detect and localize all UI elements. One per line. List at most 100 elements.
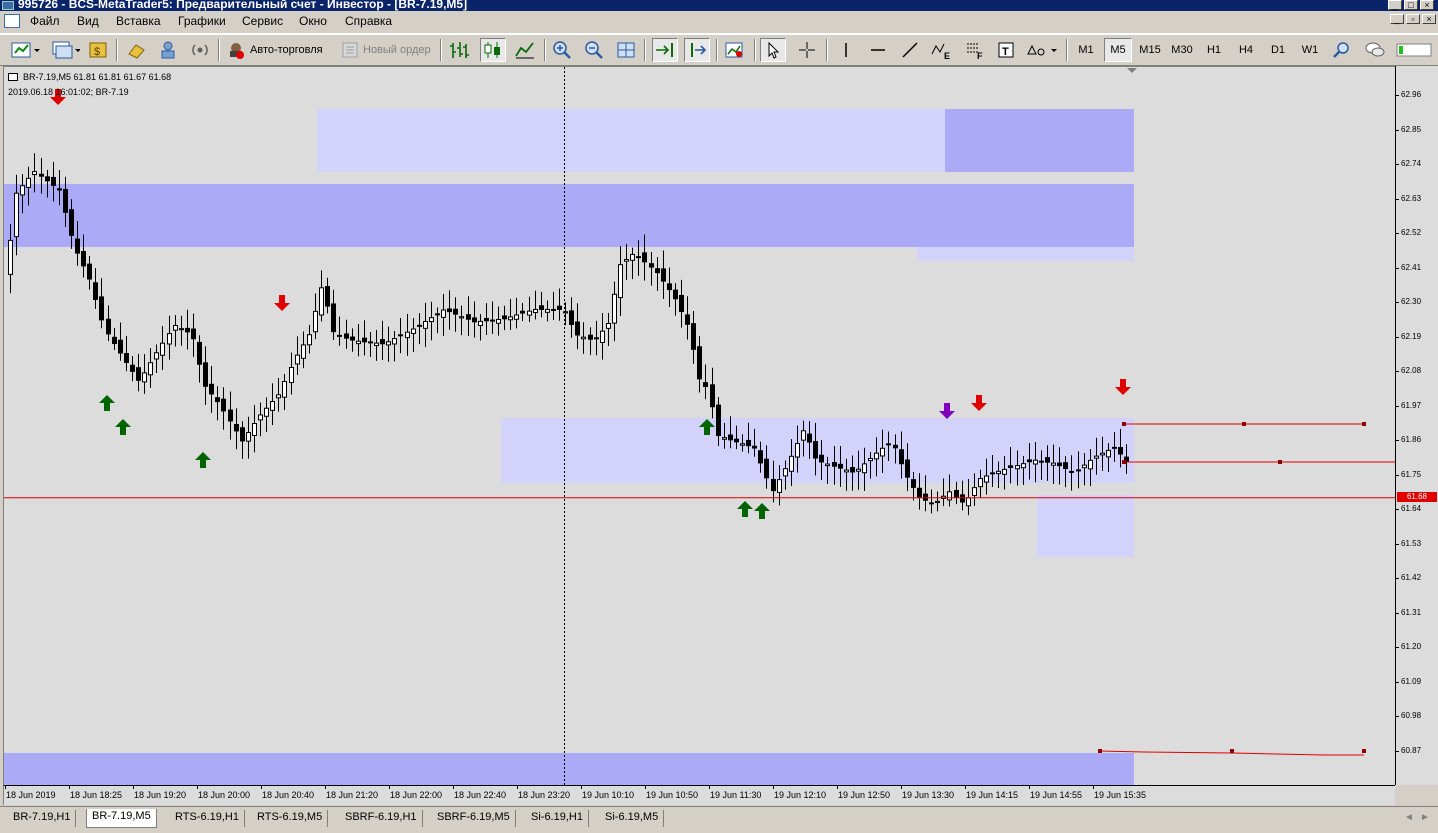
maximize-button[interactable]: □ bbox=[1404, 0, 1418, 10]
menu-charts[interactable]: Графики bbox=[178, 14, 226, 28]
market-watch-button[interactable]: $ bbox=[86, 38, 110, 62]
menu-window[interactable]: Окно bbox=[299, 14, 327, 28]
time-tick bbox=[581, 786, 582, 789]
price-chart[interactable] bbox=[4, 67, 1396, 786]
shapes-tool-button[interactable] bbox=[1024, 38, 1060, 62]
tab-scroll-left-icon[interactable]: ◄ bbox=[1404, 812, 1414, 823]
chart-restore-button[interactable]: ▫ bbox=[1406, 14, 1420, 24]
cursor-tool-button[interactable] bbox=[760, 38, 786, 62]
tab-scroll-right-icon[interactable]: ► bbox=[1420, 812, 1430, 823]
candle-bull bbox=[612, 293, 617, 324]
candle-bull bbox=[282, 381, 287, 398]
signals-button[interactable] bbox=[188, 38, 212, 62]
horizontal-line-icon bbox=[871, 49, 885, 51]
menu-tools[interactable]: Сервис bbox=[242, 14, 283, 28]
price-zone bbox=[4, 753, 1134, 786]
chat-button[interactable] bbox=[1362, 38, 1388, 62]
time-tick bbox=[325, 786, 326, 789]
candle-bull bbox=[777, 479, 782, 493]
auto-trading-button[interactable]: Авто-торговля bbox=[226, 38, 332, 62]
profiles-button[interactable] bbox=[48, 38, 82, 62]
candle-bear bbox=[472, 317, 477, 323]
chart-tab[interactable]: RTS-6.19,M5 bbox=[252, 810, 329, 827]
minimize-button[interactable]: _ bbox=[1388, 0, 1402, 10]
chart-shift-button[interactable] bbox=[684, 38, 710, 62]
signal-strength-indicator bbox=[1394, 38, 1434, 62]
timeframe-w1-button[interactable]: W1 bbox=[1296, 38, 1324, 62]
chart-tab[interactable]: BR-7.19,H1 bbox=[8, 810, 77, 827]
candle-bull bbox=[600, 330, 605, 343]
chart-window-controls: _ ▫ × bbox=[1390, 14, 1436, 28]
chart-tab[interactable]: SBRF-6.19,M5 bbox=[432, 810, 516, 827]
chart-minimize-button[interactable]: _ bbox=[1390, 14, 1404, 24]
close-button[interactable]: × bbox=[1420, 0, 1434, 10]
trendline-tool-button[interactable] bbox=[898, 38, 922, 62]
chart-close-button[interactable]: × bbox=[1422, 14, 1436, 24]
candle-bear bbox=[813, 441, 818, 459]
data-window-button[interactable] bbox=[124, 38, 148, 62]
chart-window-icon[interactable] bbox=[4, 14, 20, 28]
new-chart-button[interactable] bbox=[8, 38, 42, 62]
menu-view[interactable]: Вид bbox=[77, 14, 99, 28]
candle-bear bbox=[1027, 459, 1032, 463]
text-tool-button[interactable]: T bbox=[994, 38, 1018, 62]
timeframe-d1-button[interactable]: D1 bbox=[1264, 38, 1292, 62]
candle-bull bbox=[1021, 463, 1026, 469]
timeframe-h1-button[interactable]: H1 bbox=[1200, 38, 1228, 62]
chart-tab[interactable]: SBRF-6.19,H1 bbox=[340, 810, 423, 827]
menu-file[interactable]: Файл bbox=[30, 14, 60, 28]
zoom-in-button[interactable] bbox=[550, 38, 574, 62]
timeframe-h4-button[interactable]: H4 bbox=[1232, 38, 1260, 62]
candle-bear bbox=[197, 341, 202, 365]
candle-bull bbox=[868, 458, 873, 462]
candle-bear bbox=[655, 268, 660, 274]
vertical-line-tool-button[interactable] bbox=[834, 38, 858, 62]
menu-help[interactable]: Справка bbox=[345, 14, 392, 28]
indicators-button[interactable] bbox=[722, 38, 746, 62]
candle-bull bbox=[429, 317, 434, 323]
candle-bear bbox=[850, 467, 855, 473]
timeframe-m30-button[interactable]: M30 bbox=[1168, 38, 1196, 62]
search-button[interactable] bbox=[1330, 38, 1354, 62]
tile-windows-button[interactable] bbox=[614, 38, 638, 62]
navigator-button[interactable] bbox=[156, 38, 180, 62]
chart-tab[interactable]: BR-7.19,M5 bbox=[86, 809, 157, 828]
zoom-out-icon bbox=[585, 41, 603, 59]
zoom-out-button[interactable] bbox=[582, 38, 606, 62]
price-tick bbox=[1396, 302, 1399, 304]
elliott-tool-button[interactable]: E bbox=[928, 38, 954, 62]
line-chart-button[interactable] bbox=[512, 38, 538, 62]
level-marker bbox=[1278, 460, 1282, 464]
candle-bear bbox=[661, 268, 666, 282]
horizontal-line-tool-button[interactable] bbox=[866, 38, 890, 62]
candle-bull bbox=[947, 491, 952, 501]
time-label: 18 Jun 22:00 bbox=[390, 790, 443, 800]
price-tick bbox=[1396, 440, 1399, 442]
menu-insert[interactable]: Вставка bbox=[116, 14, 161, 28]
chart-tab[interactable]: Si-6.19,M5 bbox=[600, 810, 665, 827]
fibonacci-tool-button[interactable]: F bbox=[962, 38, 988, 62]
timeframe-m1-button[interactable]: M1 bbox=[1072, 38, 1100, 62]
time-tick bbox=[69, 786, 70, 789]
price-scale[interactable]: 62.96 62.85 62.74 62.63 62.52 62.41 62.30 62.19… bbox=[1395, 66, 1438, 785]
candle-bull bbox=[789, 455, 794, 472]
candlestick-chart-button[interactable] bbox=[480, 38, 506, 62]
candle-bear bbox=[447, 308, 452, 313]
candle-bear bbox=[905, 459, 910, 478]
chart-tab[interactable]: RTS-6.19,H1 bbox=[170, 810, 245, 827]
crosshair-tool-button[interactable] bbox=[794, 38, 820, 62]
candle-bull bbox=[844, 469, 849, 473]
crosshair-icon bbox=[799, 42, 815, 58]
bar-chart-button[interactable] bbox=[446, 38, 472, 62]
chart-area[interactable]: BR-7.19,M5 61.81 61.81 61.67 61.68 2019.… bbox=[3, 66, 1396, 786]
candle-bull bbox=[423, 320, 428, 329]
timeframe-m5-button[interactable]: M5 bbox=[1104, 38, 1132, 62]
candle-bull bbox=[630, 253, 635, 261]
time-scale[interactable]: 18 Jun 2019 18 Jun 18:25 18 Jun 19:20 18 Ju… bbox=[3, 785, 1395, 805]
candle-bull bbox=[490, 319, 495, 322]
auto-scroll-button[interactable] bbox=[652, 38, 678, 62]
chart-tab[interactable]: Si-6.19,H1 bbox=[526, 810, 589, 827]
price-tick bbox=[1396, 716, 1399, 718]
new-order-button[interactable]: Новый ордер bbox=[340, 38, 434, 62]
timeframe-m15-button[interactable]: M15 bbox=[1136, 38, 1164, 62]
